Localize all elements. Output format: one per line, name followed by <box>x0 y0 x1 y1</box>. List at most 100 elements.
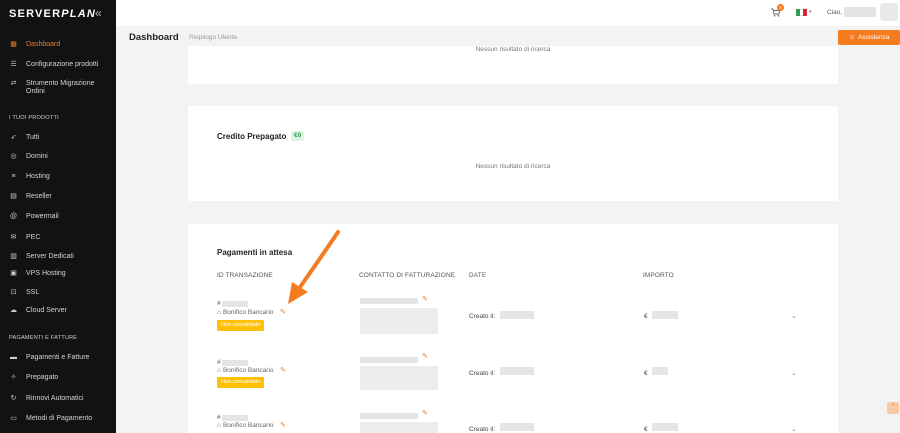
column-header: CONTATTO DI FATTURAZIONE <box>359 272 456 279</box>
amount: € <box>644 426 648 433</box>
sidebar-item-powermail[interactable]: @ Powermail <box>9 213 113 221</box>
double-chevron-left-icon[interactable]: « <box>95 6 102 20</box>
sidebar-item-reseller[interactable]: ▤ Reseller <box>9 193 113 201</box>
created-date: Creato il: <box>469 426 496 433</box>
grid-icon: ▦ <box>10 41 17 48</box>
vps-icon: ▣ <box>10 270 17 277</box>
chevron-down-icon[interactable]: ⌄ <box>791 369 797 377</box>
sidebar-item-tutti[interactable]: ➶ Tutti <box>9 134 113 142</box>
amount: € <box>644 370 648 377</box>
payment-method: ⌂ Bonifico Bancario <box>217 422 274 429</box>
sidebar-item-pagamenti-fatture[interactable]: ▬ Pagamenti e Fatture <box>9 354 113 362</box>
edit-icon[interactable]: ✎ <box>280 421 286 429</box>
chevron-down-icon[interactable]: ▾ <box>809 9 812 15</box>
transaction-hash: # <box>217 414 221 421</box>
contact-details-redacted <box>360 308 438 334</box>
card-title-credito: Credito Prepagato <box>217 132 287 141</box>
username-redacted <box>844 7 876 17</box>
edit-icon[interactable]: ✎ <box>280 308 286 316</box>
sidebar-item-server-dedicati[interactable]: ▥ Server Dedicati <box>9 253 113 261</box>
prepaid-icon: ✧ <box>10 374 17 381</box>
sidebar-item-cloud-server[interactable]: ☁ Cloud Server <box>9 307 113 315</box>
bank-icon: ⌂ <box>217 309 221 316</box>
greeting-text: Ciao, <box>827 9 843 16</box>
bank-icon: ⌂ <box>217 422 221 429</box>
payment-method: ⌂ Bonifico Bancario <box>217 309 274 316</box>
migrate-icon: ⇄ <box>10 80 17 87</box>
sidebar-item-hosting[interactable]: ≡ Hosting <box>9 173 113 181</box>
rocket-icon: ➶ <box>10 134 17 141</box>
status-badge: Non convalidato <box>217 377 265 388</box>
brand-logo[interactable]: SERVERPLAN <box>9 8 96 20</box>
contact-redacted <box>360 357 418 363</box>
created-date: Creato il: <box>469 370 496 377</box>
breadcrumb[interactable]: Riepilogo Utente <box>189 34 237 41</box>
transaction-id-redacted <box>222 360 248 366</box>
sidebar-item-pec[interactable]: ✉ PEC <box>9 234 113 242</box>
annotation-arrow <box>288 230 340 304</box>
edit-icon[interactable]: ✎ <box>422 295 428 303</box>
edit-icon[interactable]: ✎ <box>280 366 286 374</box>
transaction-id-redacted <box>222 301 248 307</box>
sliders-icon: ☰ <box>10 61 17 68</box>
page-title: Dashboard <box>129 32 179 43</box>
date-redacted <box>500 367 534 375</box>
sidebar: SERVERPLAN « ▦ Dashboard ☰ Configurazione … <box>0 0 116 433</box>
contact-redacted <box>360 298 418 304</box>
sidebar-item-strumento-migrazione[interactable]: ⇄ Strumento Migrazione Ordini <box>9 80 113 96</box>
globe-icon: ◎ <box>10 153 17 160</box>
section-title-payments: PAGAMENTI E FATTURE <box>9 335 78 341</box>
bank-icon: ⌂ <box>217 367 221 374</box>
cloud-icon: ☁ <box>10 307 17 314</box>
date-redacted <box>500 311 534 319</box>
envelope-icon: ✉ <box>10 234 17 241</box>
contact-redacted <box>360 413 418 419</box>
sidebar-item-vps-hosting[interactable]: ▣ VPS Hosting <box>9 270 113 278</box>
sidebar-item-metodi-pagamento[interactable]: ▭ Metodi di Pagamento <box>9 415 113 423</box>
status-badge: Non convalidato <box>217 320 265 331</box>
payment-method: ⌂ Bonifico Bancario <box>217 367 274 374</box>
sidebar-item-rinnovi-automatici[interactable]: ↻ Rinnovi Automatici <box>9 395 113 403</box>
contact-details-redacted <box>360 422 438 433</box>
server-rack-icon: ▥ <box>10 253 17 260</box>
transaction-hash: # <box>217 300 221 307</box>
card-icon: ▭ <box>10 415 17 422</box>
refresh-icon: ↻ <box>10 395 17 402</box>
sidebar-item-domini[interactable]: ◎ Domini <box>9 153 113 161</box>
chevron-down-icon[interactable]: ⌄ <box>791 425 797 433</box>
scroll-to-top-icon[interactable]: ⌃ <box>887 402 899 414</box>
amount-redacted <box>652 367 668 375</box>
sidebar-item-prepagato[interactable]: ✧ Prepagato <box>9 374 113 382</box>
transaction-id-redacted <box>222 415 248 421</box>
empty-message: Nessun risultato di ricerca <box>475 46 551 53</box>
headset-icon: ☺ <box>848 34 856 41</box>
transaction-hash: # <box>217 359 221 366</box>
assistenza-button[interactable]: ☺ Assistenza <box>838 30 900 45</box>
section-title-products: I TUOI PRODOTTI <box>9 115 59 121</box>
column-header: ID TRANSAZIONE <box>217 272 273 279</box>
card-credito-prepagato: Credito Prepagato €0 Nessun risultato di… <box>188 106 838 201</box>
invoice-icon: ▬ <box>10 354 17 361</box>
created-date: Creato il: <box>469 313 496 320</box>
top-bar: 0 ▾ Ciao, <box>116 0 900 26</box>
empty-message: Nessun risultato di ricerca <box>475 163 551 170</box>
sidebar-item-dashboard[interactable]: ▦ Dashboard <box>9 41 113 49</box>
amount-redacted <box>652 423 678 431</box>
credit-badge: €0 <box>291 131 305 141</box>
sidebar-item-ssl[interactable]: ⊡ SSL <box>9 289 113 297</box>
card-top: Nessun risultato di ricerca <box>188 46 838 84</box>
edit-icon[interactable]: ✎ <box>422 409 428 417</box>
edit-icon[interactable]: ✎ <box>422 352 428 360</box>
column-header: DATE <box>469 272 487 279</box>
contact-details-redacted <box>360 366 438 390</box>
server-icon: ▤ <box>10 193 17 200</box>
column-header: IMPORTO <box>643 272 674 279</box>
at-icon: @ <box>9 213 18 220</box>
chevron-down-icon[interactable]: ⌄ <box>791 312 797 320</box>
amount: € <box>644 313 648 320</box>
date-redacted <box>500 423 534 431</box>
amount-redacted <box>652 311 678 319</box>
italy-flag-icon[interactable] <box>796 9 808 16</box>
sidebar-item-configurazione-prodotti[interactable]: ☰ Configurazione prodotti <box>9 61 113 69</box>
avatar[interactable] <box>880 3 898 21</box>
